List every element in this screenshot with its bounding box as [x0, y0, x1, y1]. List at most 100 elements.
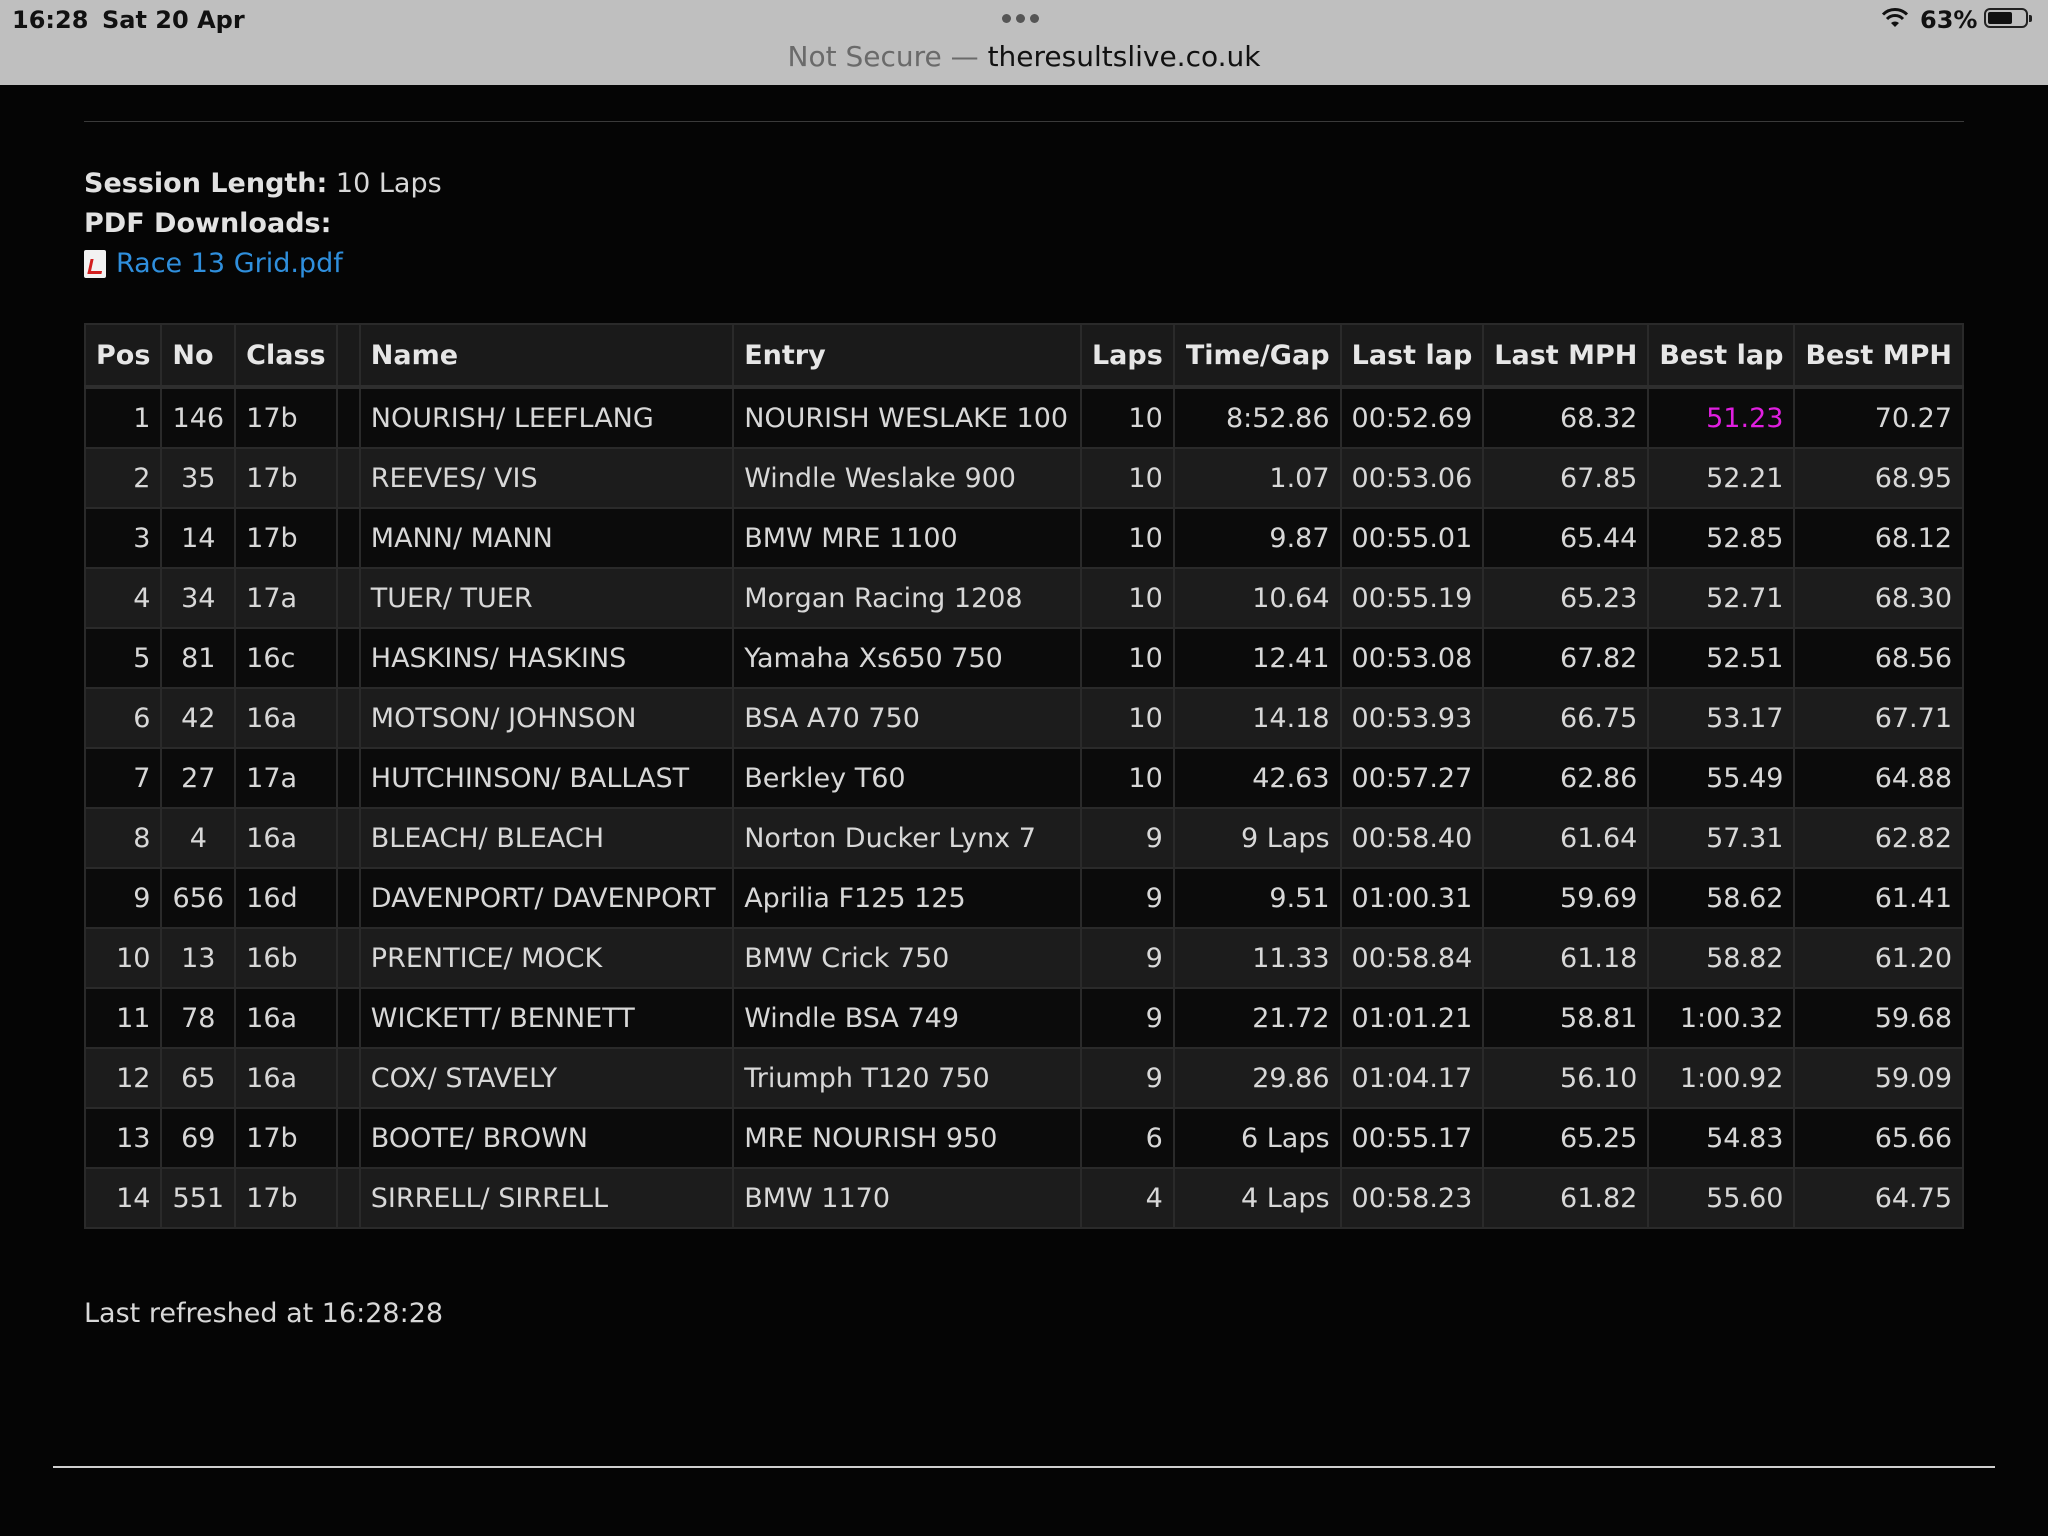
cell-best-lap: 1:00.32 [1647, 987, 1796, 1049]
cell-best-mph: 68.95 [1793, 447, 1964, 509]
cell-entry: Windle BSA 749 [732, 987, 1082, 1049]
col-header-entry: Entry [732, 323, 1082, 389]
cell-spacer [335, 927, 361, 989]
table-row: 5 81 16c HASKINS/ HASKINS Yamaha Xs650 750 10… [83, 627, 1964, 689]
session-length-label: Session Length: [84, 168, 328, 199]
cell-last-mph: 67.82 [1482, 627, 1650, 689]
cell-last-mph: 61.64 [1482, 807, 1650, 869]
cell-entry: MRE NOURISH 950 [732, 1107, 1082, 1169]
cell-laps: 10 [1079, 567, 1175, 629]
col-header-best-lap: Best lap [1647, 323, 1796, 389]
cell-class: 16c [234, 627, 338, 689]
cell-best-lap: 57.31 [1647, 807, 1796, 869]
cell-entry: Berkley T60 [732, 747, 1082, 809]
multitasking-dots-icon[interactable] [1002, 14, 1039, 23]
cell-time-gap: 10.64 [1172, 567, 1342, 629]
cell-last-lap: 00:57.27 [1339, 747, 1485, 809]
cell-pos: 8 [83, 807, 163, 869]
cell-best-lap: 52.85 [1647, 507, 1796, 569]
cell-no: 69 [160, 1107, 237, 1169]
cell-last-lap: 00:55.19 [1339, 567, 1485, 629]
cell-entry: BMW 1170 [732, 1167, 1082, 1229]
cell-spacer [335, 987, 361, 1049]
cell-name: HUTCHINSON/ BALLAST [358, 747, 735, 809]
cell-class: 16a [234, 807, 338, 869]
cell-no: 78 [160, 987, 237, 1049]
cell-entry: Triumph T120 750 [732, 1047, 1082, 1109]
cell-last-mph: 65.44 [1482, 507, 1650, 569]
cell-laps: 10 [1079, 447, 1175, 509]
cell-last-mph: 61.18 [1482, 927, 1650, 989]
cell-best-mph: 62.82 [1793, 807, 1964, 869]
table-header-row: Pos No Class Name Entry Laps Time/Gap La… [83, 323, 1964, 389]
cell-spacer [335, 867, 361, 929]
cell-time-gap: 11.33 [1172, 927, 1342, 989]
cell-no: 146 [160, 386, 237, 449]
pdf-file-icon [84, 250, 106, 278]
cell-time-gap: 29.86 [1172, 1047, 1342, 1109]
cell-spacer [335, 507, 361, 569]
cell-time-gap: 1.07 [1172, 447, 1342, 509]
cell-time-gap: 12.41 [1172, 627, 1342, 689]
session-length-value: 10 Laps [335, 168, 442, 199]
cell-laps: 9 [1079, 867, 1175, 929]
cell-class: 16a [234, 687, 338, 749]
cell-last-lap: 00:58.84 [1339, 927, 1485, 989]
col-header-no: No [160, 323, 237, 389]
cell-name: MOTSON/ JOHNSON [358, 687, 735, 749]
cell-best-lap: 55.60 [1647, 1167, 1796, 1229]
cell-best-mph: 61.20 [1793, 927, 1964, 989]
results-table: Pos No Class Name Entry Laps Time/Gap La… [83, 323, 1964, 1229]
col-header-best-mph: Best MPH [1793, 323, 1964, 389]
cell-time-gap: 21.72 [1172, 987, 1342, 1049]
cell-pos: 12 [83, 1047, 163, 1109]
table-row: 7 27 17a HUTCHINSON/ BALLAST Berkley T60 10 42… [83, 747, 1964, 809]
cell-pos: 13 [83, 1107, 163, 1169]
cell-name: WICKETT/ BENNETT [358, 987, 735, 1049]
cell-pos: 2 [83, 447, 163, 509]
cell-spacer [335, 1167, 361, 1229]
table-row: 14 551 17b SIRRELL/ SIRRELL BMW 1170 4 4 Laps 0… [83, 1167, 1964, 1229]
cell-time-gap: 9 Laps [1172, 807, 1342, 869]
cell-name: COX/ STAVELY [358, 1047, 735, 1109]
col-header-name: Name [358, 323, 735, 389]
cell-laps: 10 [1079, 507, 1175, 569]
cell-time-gap: 14.18 [1172, 687, 1342, 749]
cell-last-mph: 62.86 [1482, 747, 1650, 809]
pdf-file-name[interactable]: Race 13 Grid.pdf [116, 244, 343, 284]
cell-time-gap: 4 Laps [1172, 1167, 1342, 1229]
cell-last-mph: 61.82 [1482, 1167, 1650, 1229]
cell-best-lap: 55.49 [1647, 747, 1796, 809]
cell-class: 16b [234, 927, 338, 989]
cell-no: 656 [160, 867, 237, 929]
cell-laps: 10 [1079, 627, 1175, 689]
col-header-last-lap: Last lap [1339, 323, 1485, 389]
cell-name: SIRRELL/ SIRRELL [358, 1167, 735, 1229]
cell-class: 16a [234, 1047, 338, 1109]
table-row: 12 65 16a COX/ STAVELY Triumph T120 750 9 29.8… [83, 1047, 1964, 1109]
cell-best-lap: 53.17 [1647, 687, 1796, 749]
table-row: 13 69 17b BOOTE/ BROWN MRE NOURISH 950 6 6 Lap… [83, 1107, 1964, 1169]
cell-laps: 9 [1079, 987, 1175, 1049]
cell-pos: 4 [83, 567, 163, 629]
cell-last-mph: 67.85 [1482, 447, 1650, 509]
table-row: 8 4 16a BLEACH/ BLEACH Norton Ducker Lynx 79… [83, 807, 1964, 869]
cell-entry: BSA A70 750 [732, 687, 1082, 749]
bottom-divider [53, 1466, 1995, 1468]
cell-class: 17b [234, 447, 338, 509]
cell-last-lap: 00:58.40 [1339, 807, 1485, 869]
cell-last-lap: 00:52.69 [1339, 386, 1485, 449]
status-date: Sat 20 Apr [102, 6, 245, 34]
pdf-download-link[interactable]: Race 13 Grid.pdf [84, 244, 442, 284]
wifi-icon [1881, 8, 1909, 27]
col-header-last-mph: Last MPH [1482, 323, 1650, 389]
address-bar[interactable]: Not Secure — theresultslive.co.uk [0, 40, 2048, 73]
cell-last-mph: 66.75 [1482, 687, 1650, 749]
table-row: 3 14 17b MANN/ MANN BMW MRE 1100 10 9.87 00:55.… [83, 507, 1964, 569]
cell-best-lap: 1:00.92 [1647, 1047, 1796, 1109]
cell-last-mph: 58.81 [1482, 987, 1650, 1049]
security-label: Not Secure — [787, 40, 979, 73]
cell-pos: 5 [83, 627, 163, 689]
cell-last-mph: 59.69 [1482, 867, 1650, 929]
cell-pos: 1 [83, 386, 163, 449]
